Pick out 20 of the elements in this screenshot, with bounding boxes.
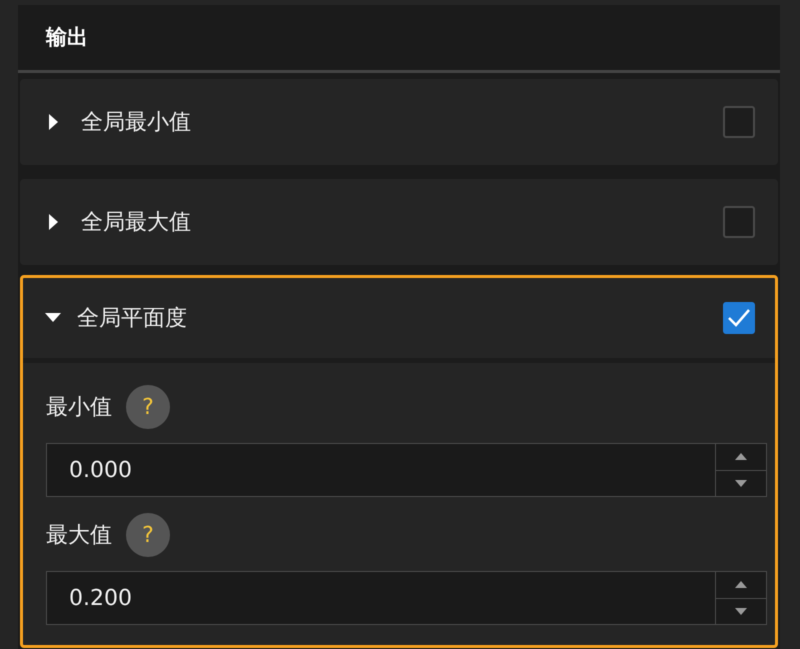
decrement-arrow-icon[interactable] xyxy=(735,480,747,487)
field-label: 最大值 xyxy=(46,522,112,550)
section-label: 全局最大值 xyxy=(81,208,192,236)
collapse-triangle-icon[interactable] xyxy=(45,313,61,323)
help-button[interactable]: ? xyxy=(126,385,170,429)
field-label: 最小值 xyxy=(46,394,112,422)
checkbox[interactable] xyxy=(723,106,755,138)
expand-triangle-icon[interactable] xyxy=(49,114,59,130)
checkbox[interactable] xyxy=(723,206,755,238)
decrement-arrow-icon[interactable] xyxy=(735,608,747,615)
increment-arrow-icon[interactable] xyxy=(735,453,747,460)
increment-arrow-icon[interactable] xyxy=(735,581,747,588)
expand-triangle-icon[interactable] xyxy=(49,214,59,230)
help-button[interactable]: ? xyxy=(126,513,170,557)
section-label: 全局最小值 xyxy=(81,108,192,136)
section-label: 全局平面度 xyxy=(77,304,188,332)
number-field[interactable]: 0.200 xyxy=(46,571,715,625)
panel-title: 输出 xyxy=(46,24,88,51)
checkbox[interactable] xyxy=(723,302,755,334)
number-field[interactable]: 0.000 xyxy=(46,443,715,497)
